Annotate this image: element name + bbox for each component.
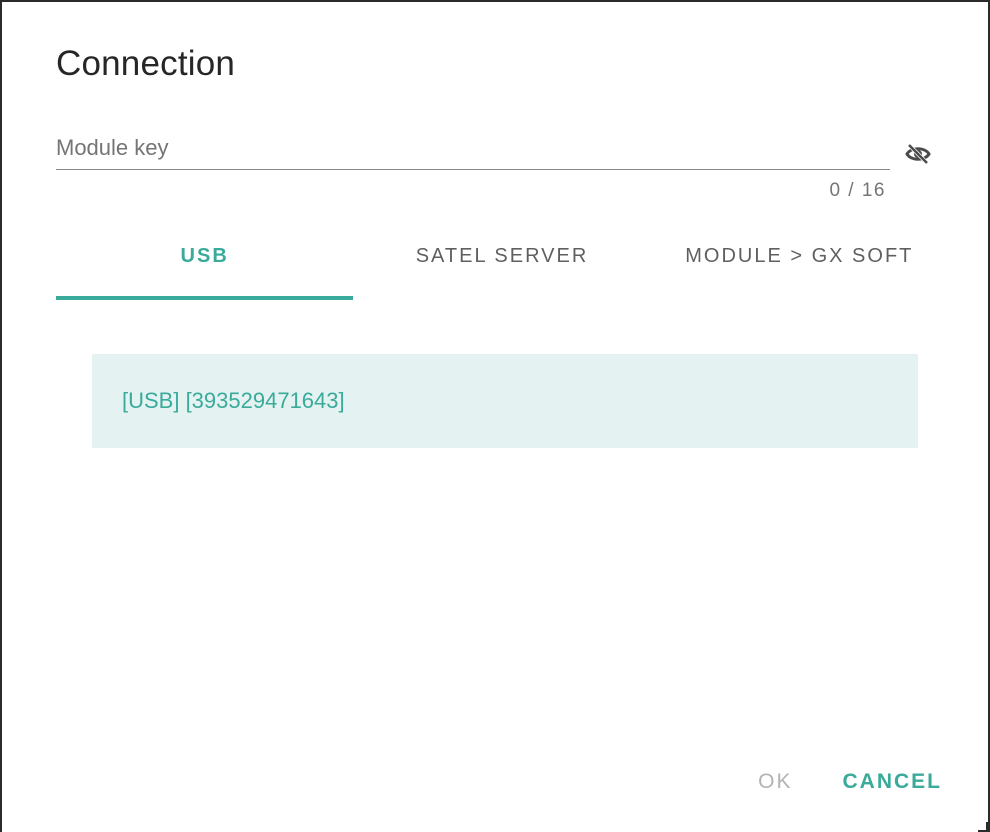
- device-list: [USB] [393529471643]: [92, 354, 918, 448]
- toggle-visibility-button[interactable]: [902, 140, 934, 172]
- tab-satel-server[interactable]: SATEL SERVER: [353, 212, 650, 300]
- eye-off-icon: [904, 142, 932, 171]
- ok-button[interactable]: OK: [758, 766, 792, 798]
- connection-dialog: Connection 0 / 16 USB SATEL SERVER MODUL…: [0, 0, 990, 832]
- device-list-item[interactable]: [USB] [393529471643]: [92, 354, 918, 448]
- connection-tabs: USB SATEL SERVER MODULE > GX SOFT: [56, 212, 948, 300]
- module-key-input[interactable]: [56, 126, 890, 170]
- module-key-field: [56, 126, 890, 172]
- dialog-actions: OK CANCEL: [758, 766, 942, 798]
- character-counter: 0 / 16: [829, 180, 886, 201]
- resize-corner: [978, 822, 988, 832]
- dialog-title: Connection: [56, 44, 236, 83]
- tab-module-gx-soft[interactable]: MODULE > GX SOFT: [651, 212, 948, 300]
- cancel-button[interactable]: CANCEL: [843, 766, 943, 798]
- tab-usb[interactable]: USB: [56, 212, 354, 300]
